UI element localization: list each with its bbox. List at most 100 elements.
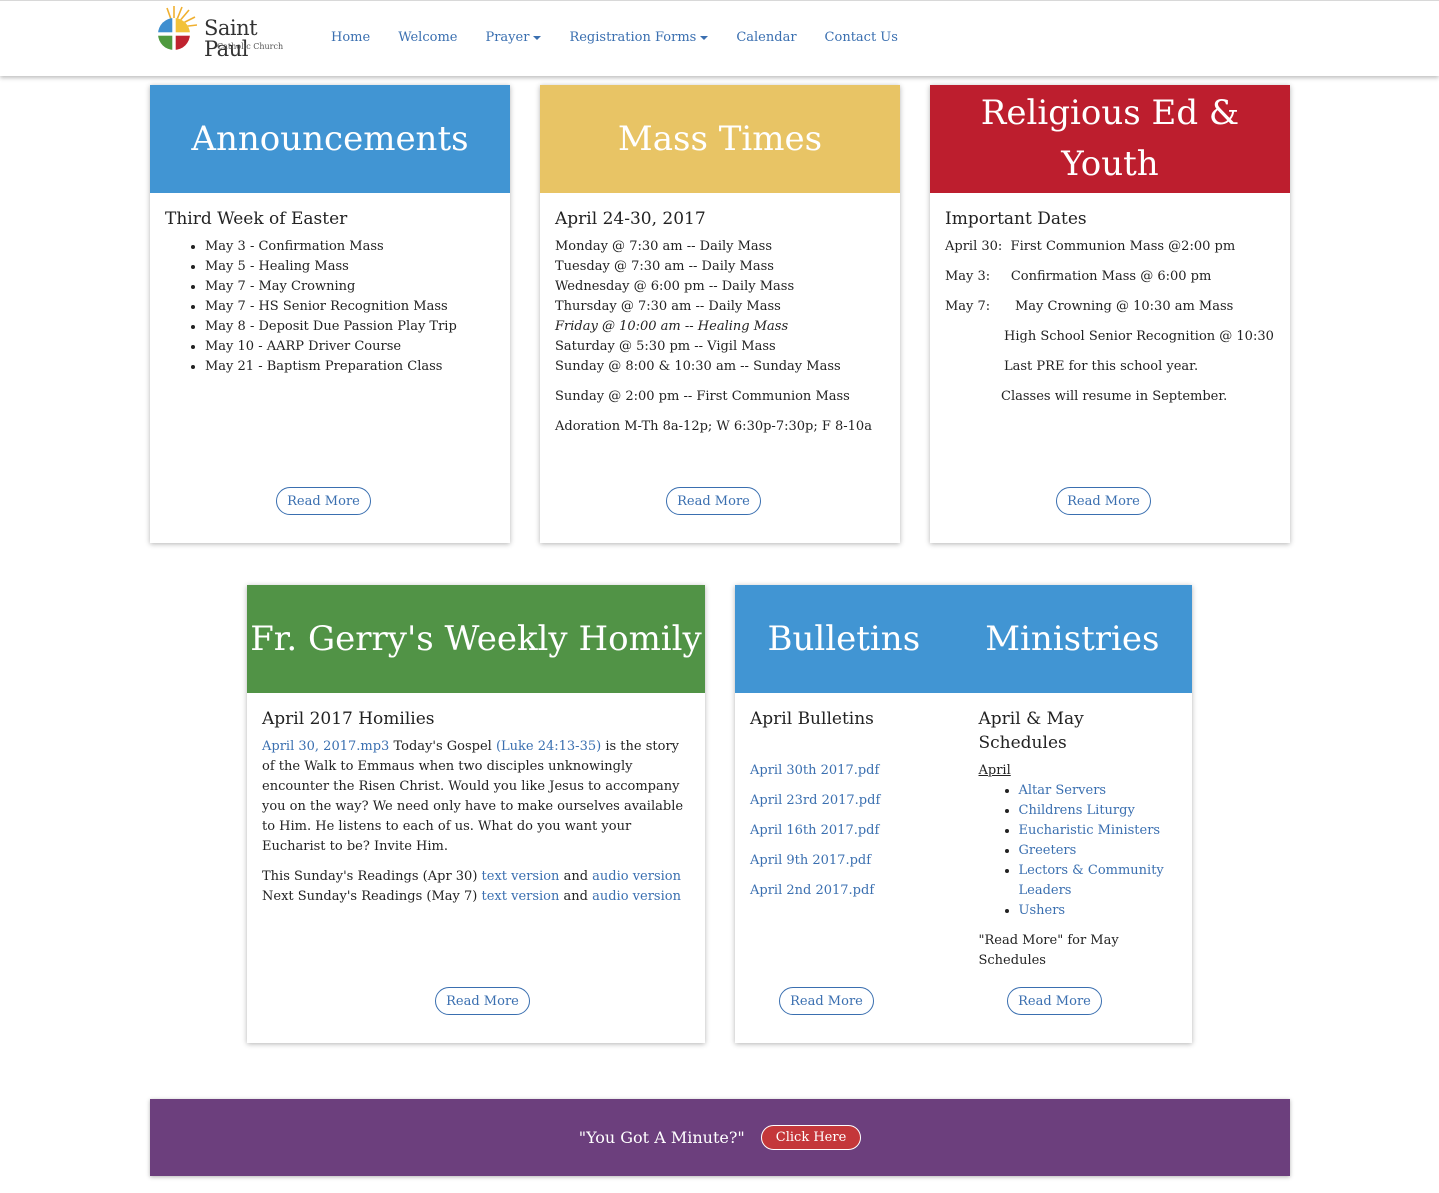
audio-version-link[interactable]: audio version	[592, 889, 681, 904]
text-version-link[interactable]: text version	[482, 889, 560, 904]
mass-line: Sunday @ 8:00 & 10:30 am -- Sunday Mass	[555, 359, 841, 374]
readings-label: This Sunday's Readings (Apr 30)	[262, 869, 482, 884]
list-item: May 3 - Confirmation Mass	[205, 237, 495, 257]
brand-name: Saint Paul	[204, 16, 258, 61]
ministries-list: Altar Servers Childrens Liturgy Eucharis…	[979, 781, 1178, 921]
click-here-button[interactable]: Click Here	[760, 1125, 862, 1150]
ministry-link[interactable]: Lectors & Community Leaders	[1019, 863, 1164, 898]
nav-welcome-label: Welcome	[398, 30, 458, 45]
religious-ed-subtitle: Important Dates	[945, 209, 1087, 229]
ministries-note: "Read More" for May Schedules	[978, 933, 1119, 968]
homily-text: April 30, 2017.mp3 Today's Gospel (Luke …	[262, 737, 690, 857]
bulletin-link[interactable]: April 2nd 2017.pdf	[750, 883, 874, 898]
religious-ed-body: Important Dates April 30: First Communio…	[930, 193, 1290, 407]
announcements-list: May 3 - Confirmation Mass May 5 - Healin…	[165, 237, 495, 377]
nav-registration-label: Registration Forms	[569, 30, 697, 45]
mass-times-body: April 24-30, 2017 Monday @ 7:30 am -- Da…	[540, 193, 900, 437]
nav-contact-us[interactable]: Contact Us	[825, 30, 898, 45]
logo[interactable]: Saint Paul Catholic Church	[151, 5, 301, 60]
date-line: Classes will resume in September.	[1001, 389, 1228, 404]
nav-home[interactable]: Home	[331, 30, 370, 45]
announcements-read-more-button[interactable]: Read More	[276, 487, 371, 515]
announcements-header: Announcements	[150, 85, 510, 193]
mass-line: Saturday @ 5:30 pm -- Vigil Mass	[555, 339, 776, 354]
list-item: May 7 - HS Senior Recognition Mass	[205, 297, 495, 317]
bulletin-link[interactable]: April 16th 2017.pdf	[750, 823, 879, 838]
nav-registration-forms[interactable]: Registration Forms	[569, 30, 709, 45]
homily-text-part: Today's Gospel	[389, 739, 496, 754]
date-line: High School Senior Recognition @ 10:30	[1004, 329, 1274, 344]
homily-subtitle: April 2017 Homilies	[262, 709, 435, 729]
navbar: Saint Paul Catholic Church Home Welcome …	[0, 0, 1439, 76]
ministry-link[interactable]: Altar Servers	[1019, 783, 1107, 798]
text-version-link[interactable]: text version	[482, 869, 560, 884]
nav-prayer-label: Prayer	[485, 30, 530, 45]
bulletins-subtitle: April Bulletins	[750, 709, 874, 729]
banner-text: "You Got A Minute?"	[578, 1128, 745, 1147]
religious-ed-header: Religious Ed & Youth	[930, 85, 1290, 193]
ministries-column: April & May Schedules April Altar Server…	[964, 693, 1193, 971]
nav-welcome[interactable]: Welcome	[398, 30, 457, 45]
list-item: May 8 - Deposit Due Passion Play Trip	[205, 317, 495, 337]
mass-line: Wednesday @ 6:00 pm -- Daily Mass	[555, 279, 795, 294]
nav-prayer[interactable]: Prayer	[485, 30, 542, 45]
caret-down-icon	[700, 35, 709, 40]
date-line: April 30: First Communion Mass @2:00 pm	[945, 239, 1236, 254]
nav-calendar[interactable]: Calendar	[736, 30, 796, 45]
ministry-link[interactable]: Eucharistic Ministers	[1019, 823, 1161, 838]
mass-line: Monday @ 7:30 am -- Daily Mass	[555, 239, 773, 254]
mass-times-read-more-button[interactable]: Read More	[666, 487, 761, 515]
bulletin-link[interactable]: April 23rd 2017.pdf	[750, 793, 880, 808]
caret-down-icon	[533, 35, 542, 40]
bulletins-title: Bulletins	[767, 618, 921, 659]
main-nav: Home Welcome Prayer Registration Forms C…	[331, 30, 926, 45]
ministries-month: April	[978, 763, 1011, 778]
mass-line: Friday @ 10:00 am -- Healing Mass	[555, 319, 789, 334]
religious-ed-read-more-button[interactable]: Read More	[1056, 487, 1151, 515]
religious-ed-card: Religious Ed & Youth Important Dates Apr…	[930, 85, 1290, 543]
homily-title: Fr. Gerry's Weekly Homily	[250, 618, 702, 659]
ministry-link[interactable]: Childrens Liturgy	[1019, 803, 1135, 818]
announcements-title: Announcements	[191, 118, 469, 159]
announcements-card: Announcements Third Week of Easter May 3…	[150, 85, 510, 543]
list-item: May 10 - AARP Driver Course	[205, 337, 495, 357]
ministries-title: Ministries	[985, 618, 1160, 659]
mass-times-title: Mass Times	[617, 118, 823, 159]
cross-sun-icon	[158, 6, 197, 50]
homily-body: April 2017 Homilies April 30, 2017.mp3 T…	[247, 693, 705, 907]
mass-line: Sunday @ 2:00 pm -- First Communion Mass	[555, 389, 850, 404]
bulletins-column: April Bulletins April 30th 2017.pdf Apri…	[735, 693, 964, 971]
mass-line: Tuesday @ 7:30 am -- Daily Mass	[555, 259, 774, 274]
brand-sub: Catholic Church	[217, 42, 284, 51]
mass-times-header: Mass Times	[540, 85, 900, 193]
date-line: May 3: Confirmation Mass @ 6:00 pm	[945, 269, 1212, 284]
announcements-subtitle: Third Week of Easter	[165, 209, 348, 229]
date-line: May 7: May Crowning @ 10:30 am Mass	[945, 299, 1234, 314]
bulletin-link[interactable]: April 9th 2017.pdf	[750, 853, 871, 868]
mass-line: Adoration M-Th 8a-12p; W 6:30p-7:30p; F …	[555, 419, 872, 434]
nav-home-label: Home	[331, 30, 371, 45]
bulletin-link[interactable]: April 30th 2017.pdf	[750, 763, 879, 778]
date-line: Last PRE for this school year.	[1004, 359, 1199, 374]
readings-next-sunday: Next Sunday's Readings (May 7) text vers…	[262, 887, 690, 907]
and-text: and	[559, 869, 593, 884]
homily-card: Fr. Gerry's Weekly Homily April 2017 Hom…	[247, 585, 705, 1043]
audio-version-link[interactable]: audio version	[592, 869, 681, 884]
ministry-link[interactable]: Ushers	[1019, 903, 1066, 918]
ministry-link[interactable]: Greeters	[1019, 843, 1077, 858]
mass-line: Thursday @ 7:30 am -- Daily Mass	[555, 299, 781, 314]
homily-text-part: is the story of the Walk to Emmaus when …	[262, 739, 684, 854]
homily-read-more-button[interactable]: Read More	[435, 987, 530, 1015]
readings-this-sunday: This Sunday's Readings (Apr 30) text ver…	[262, 867, 690, 887]
bulletins-ministries-header: Bulletins Ministries	[735, 585, 1192, 693]
list-item: May 21 - Baptism Preparation Class	[205, 357, 495, 377]
minute-banner: "You Got A Minute?" Click Here	[150, 1099, 1290, 1176]
homily-mp3-link[interactable]: April 30, 2017.mp3	[262, 739, 389, 754]
mass-times-card: Mass Times April 24-30, 2017 Monday @ 7:…	[540, 85, 900, 543]
bulletins-read-more-button[interactable]: Read More	[779, 987, 874, 1015]
ministries-read-more-button[interactable]: Read More	[1007, 987, 1102, 1015]
gospel-link[interactable]: (Luke 24:13-35)	[496, 739, 601, 754]
nav-contact-label: Contact Us	[824, 30, 898, 45]
religious-ed-title: Religious Ed & Youth	[980, 93, 1240, 184]
homily-header: Fr. Gerry's Weekly Homily	[247, 585, 705, 693]
